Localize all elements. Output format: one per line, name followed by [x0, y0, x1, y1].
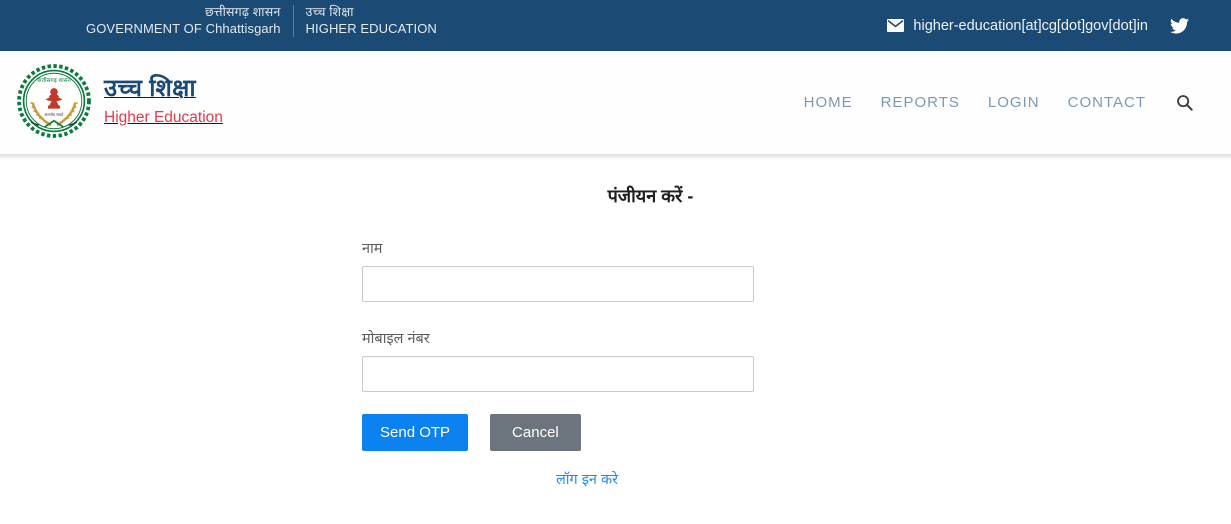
page-title: पंजीयन करें -: [607, 186, 694, 206]
name-field-label: नाम: [362, 241, 383, 257]
government-name-hindi: छत्तीसगढ़ शासन: [204, 5, 281, 19]
email-contact[interactable]: higher-education[at]cg[dot]gov[dot]in: [887, 18, 1148, 34]
mobile-number-input[interactable]: [362, 356, 754, 392]
svg-text:सत्यमेव जयते: सत्यमेव जयते: [45, 112, 64, 117]
main-navigation: HOME REPORTS LOGIN CONTACT: [804, 51, 1193, 154]
department-name-hindi: उच्च शिक्षा: [305, 5, 354, 19]
nav-contact[interactable]: CONTACT: [1068, 94, 1146, 111]
government-identity: छत्तीसगढ़ शासन GOVERNMENT OF Chhattisgar…: [86, 5, 437, 37]
government-name-english: GOVERNMENT OF Chhattisgarh: [86, 20, 281, 36]
send-otp-button[interactable]: Send OTP: [362, 414, 469, 451]
twitter-icon[interactable]: [1170, 17, 1189, 34]
nav-reports[interactable]: REPORTS: [881, 94, 960, 111]
name-field-group: नाम: [362, 238, 1231, 302]
login-link[interactable]: लॉग इन करे: [556, 472, 618, 488]
mobile-field-group: मोबाइल नंबर: [362, 328, 1231, 392]
name-input[interactable]: [362, 266, 754, 302]
chhattisgarh-government-emblem-icon: छत्तीसगढ़ शासन सत्यमेव जयते: [16, 63, 92, 139]
registration-form: नाम मोबाइल नंबर Send OTP Cancel लॉग इन क…: [0, 238, 1231, 489]
email-address-text: higher-education[at]cg[dot]gov[dot]in: [913, 17, 1148, 34]
form-actions: Send OTP Cancel: [362, 414, 1231, 451]
site-header: छत्तीसगढ़ शासन सत्यमेव जयते उच्च शिक्षा …: [0, 51, 1231, 154]
department-name-english: HIGHER EDUCATION: [305, 20, 437, 36]
page-root: छत्तीसगढ़ शासन GOVERNMENT OF Chhattisgar…: [0, 0, 1231, 524]
top-utility-bar: छत्तीसगढ़ शासन GOVERNMENT OF Chhattisgar…: [0, 0, 1231, 51]
department-name-block: उच्च शिक्षा HIGHER EDUCATION: [292, 5, 437, 37]
cancel-button[interactable]: Cancel: [490, 414, 581, 451]
brand-text-block: उच्च शिक्षा Higher Education: [104, 75, 223, 126]
nav-login[interactable]: LOGIN: [988, 94, 1040, 111]
topbar-contact-group: higher-education[at]cg[dot]gov[dot]in: [887, 0, 1189, 51]
site-logo-link[interactable]: छत्तीसगढ़ शासन सत्यमेव जयते उच्च शिक्षा …: [16, 63, 223, 139]
nav-home[interactable]: HOME: [804, 94, 853, 111]
mobile-field-label: मोबाइल नंबर: [362, 331, 430, 347]
envelope-icon: [887, 19, 905, 32]
brand-title-english: Higher Education: [104, 108, 223, 126]
login-link-row: लॉग इन करे: [362, 469, 754, 489]
main-content: पंजीयन करें - नाम मोबाइल नंबर Send OTP C…: [0, 160, 1231, 489]
brand-title-hindi: उच्च शिक्षा: [104, 75, 196, 103]
search-icon[interactable]: [1174, 94, 1193, 111]
government-name-block: छत्तीसगढ़ शासन GOVERNMENT OF Chhattisgar…: [86, 5, 293, 37]
